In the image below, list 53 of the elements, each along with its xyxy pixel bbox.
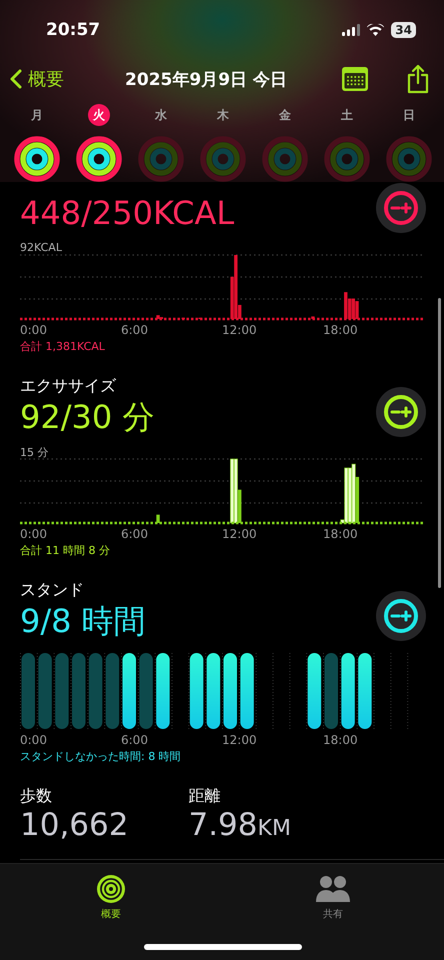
adjust-goal-button[interactable] — [376, 387, 426, 437]
calendar-icon[interactable] — [342, 67, 368, 91]
time-axis-label: 0:00 — [20, 527, 47, 541]
activity-rings-icon[interactable] — [76, 136, 122, 182]
time-axis-label: 0:00 — [20, 733, 47, 747]
activity-rings-icon[interactable] — [14, 136, 60, 182]
time-axis-label: 0:00 — [20, 323, 47, 337]
weekday-label[interactable]: 金 — [274, 104, 296, 126]
time-axis-label: 6:00 — [121, 527, 148, 541]
share-icon[interactable] — [406, 64, 430, 94]
stat-value: 7.98KM — [188, 807, 291, 845]
time-axis-label: 18:00 — [323, 527, 358, 541]
time-axis-label: 6:00 — [121, 323, 148, 337]
tab-item[interactable]: 共有 — [222, 864, 444, 960]
section-title: エクササイズ — [20, 376, 117, 397]
back-button[interactable]: 概要 — [10, 67, 64, 91]
minus-plus-icon — [384, 599, 418, 633]
adjust-goal-button[interactable] — [376, 591, 426, 641]
weekday-label[interactable]: 月 — [26, 104, 48, 126]
section-title: スタンド — [20, 580, 85, 601]
time-axis-label: 12:00 — [222, 323, 257, 337]
stat-label: 距離 — [188, 786, 222, 807]
weekday-label[interactable]: 火 — [88, 104, 110, 126]
goal-progress-value: 448/250KCAL — [20, 193, 234, 233]
time-axis-label: 18:00 — [323, 323, 358, 337]
chevron-icon — [10, 69, 22, 89]
time-axis-label: 6:00 — [121, 733, 148, 747]
daily-total-text: スタンドしなかった時間: 8 時間 — [20, 749, 182, 764]
stat-label: 歩数 — [20, 786, 53, 807]
status-time: 20:57 — [46, 20, 102, 40]
goal-progress-value: 9/8 時間 — [20, 601, 146, 641]
daily-total-text: 合計 1,381KCAL — [20, 339, 106, 354]
time-axis-label: 12:00 — [222, 527, 257, 541]
weekday-label[interactable]: 日 — [398, 104, 420, 126]
stat-value: 10,662 — [20, 807, 128, 843]
rings-icon — [96, 874, 126, 904]
chart-max-label: 15 分 — [20, 445, 50, 457]
goal-progress-value: 92/30 分 — [20, 397, 154, 437]
signal-icon — [342, 24, 360, 36]
time-axis-label: 18:00 — [323, 733, 358, 747]
wifi-icon — [367, 24, 384, 36]
daily-total-text: 合計 11 時間 8 分 — [20, 543, 111, 558]
chart-max-label: 92KCAL — [20, 241, 63, 253]
battery-level: 34 — [391, 22, 416, 38]
weekday-label[interactable]: 土 — [336, 104, 358, 126]
date-title: 2025年9月9日 今日 — [124, 68, 288, 90]
people-icon — [315, 874, 351, 904]
weekday-label[interactable]: 水 — [150, 104, 172, 126]
weekday-label[interactable]: 木 — [212, 104, 234, 126]
minus-plus-icon — [384, 395, 418, 429]
minus-plus-icon — [384, 191, 418, 225]
time-axis-label: 12:00 — [222, 733, 257, 747]
scroll-bar[interactable] — [438, 298, 441, 588]
